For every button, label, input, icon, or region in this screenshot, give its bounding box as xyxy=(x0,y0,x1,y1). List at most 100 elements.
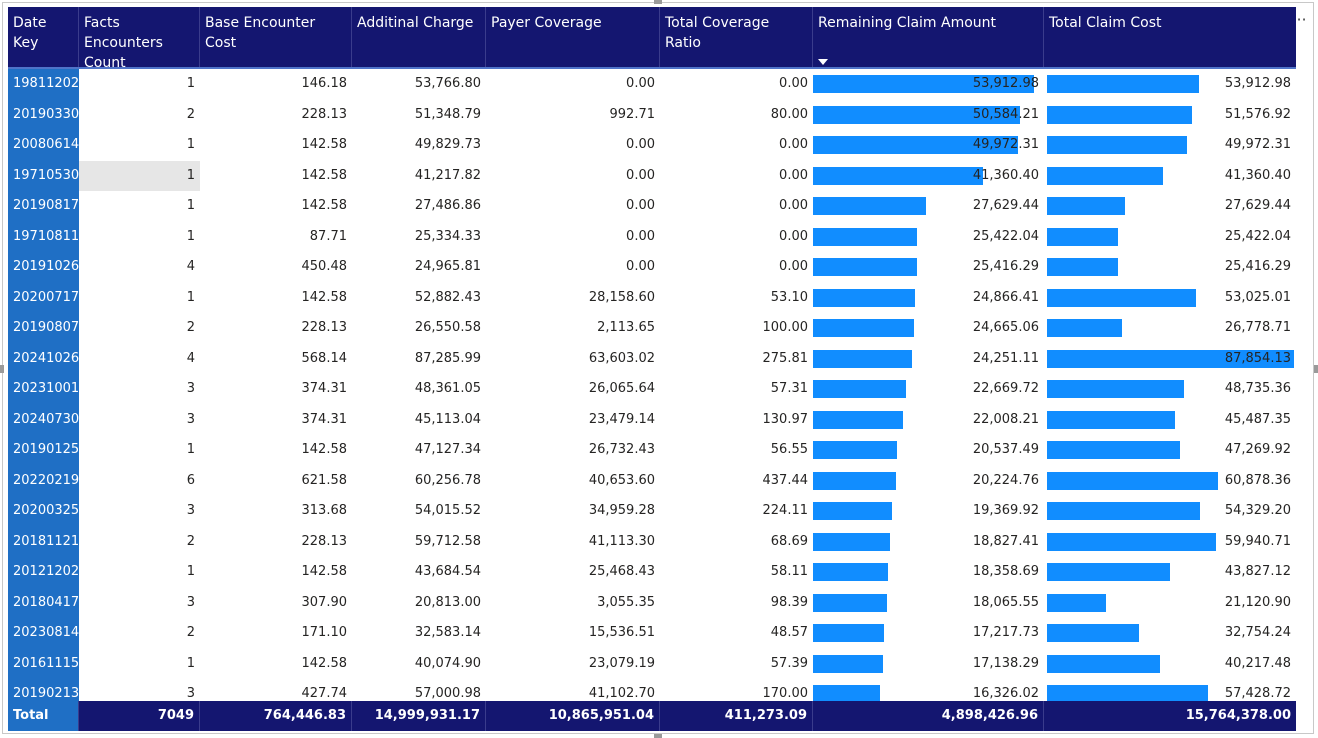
cell-total-coverage-ratio[interactable]: 437.44 xyxy=(660,466,813,497)
cell-base-encounter-cost[interactable]: 142.58 xyxy=(200,130,352,161)
column-header-total-coverage-ratio[interactable]: Total Coverage Ratio xyxy=(660,7,813,68)
cell-total-claim-cost[interactable]: 48,735.36 xyxy=(1044,374,1296,405)
cell-base-encounter-cost[interactable]: 313.68 xyxy=(200,496,352,527)
cell-total-claim-cost[interactable]: 25,422.04 xyxy=(1044,222,1296,253)
cell-total-coverage-ratio[interactable]: 57.31 xyxy=(660,374,813,405)
cell-date-key[interactable]: 20190213 xyxy=(8,679,79,701)
cell-additinal-charge[interactable]: 25,334.33 xyxy=(352,222,486,253)
cell-additinal-charge[interactable]: 45,113.04 xyxy=(352,405,486,436)
cell-encounters-count[interactable]: 1 xyxy=(79,222,200,253)
cell-encounters-count[interactable]: 1 xyxy=(79,649,200,680)
table-row[interactable]: 19710811 1 87.71 25,334.33 0.00 0.00 25,422.04… xyxy=(8,221,1296,253)
table-row[interactable]: 20231001 3 374.31 48,361.05 26,065.64 57.31 22… xyxy=(8,374,1296,405)
cell-total-claim-cost[interactable]: 21,120.90 xyxy=(1044,588,1296,619)
cell-remaining-claim-amount[interactable]: 27,629.44 xyxy=(813,191,1044,222)
cell-date-key[interactable]: 19710811 xyxy=(8,221,79,252)
cell-base-encounter-cost[interactable]: 228.13 xyxy=(200,313,352,344)
cell-total-claim-cost[interactable]: 47,269.92 xyxy=(1044,435,1296,466)
table-row[interactable]: 20240730 3 374.31 45,113.04 23,479.14 130.97 2… xyxy=(8,404,1296,436)
cell-total-claim-cost[interactable]: 43,827.12 xyxy=(1044,557,1296,588)
cell-payer-coverage[interactable]: 28,158.60 xyxy=(486,283,660,314)
cell-total-coverage-ratio[interactable]: 48.57 xyxy=(660,618,813,649)
cell-total-claim-cost[interactable]: 87,854.13 xyxy=(1044,344,1296,375)
cell-payer-coverage[interactable]: 23,079.19 xyxy=(486,649,660,680)
table-row[interactable]: 20190330 2 228.13 51,348.79 992.71 80.00 50,58… xyxy=(8,99,1296,131)
cell-encounters-count[interactable]: 4 xyxy=(79,252,200,283)
table-row[interactable]: 20161115 1 142.58 40,074.90 23,079.19 57.39 17… xyxy=(8,648,1296,680)
cell-date-key[interactable]: 20190817 xyxy=(8,191,79,222)
cell-payer-coverage[interactable]: 0.00 xyxy=(486,161,660,192)
cell-encounters-count[interactable]: 1 xyxy=(79,435,200,466)
cell-additinal-charge[interactable]: 26,550.58 xyxy=(352,313,486,344)
cell-total-claim-cost[interactable]: 51,576.92 xyxy=(1044,100,1296,131)
cell-additinal-charge[interactable]: 54,015.52 xyxy=(352,496,486,527)
cell-payer-coverage[interactable]: 26,065.64 xyxy=(486,374,660,405)
cell-total-claim-cost[interactable]: 26,778.71 xyxy=(1044,313,1296,344)
cell-total-claim-cost[interactable]: 41,360.40 xyxy=(1044,161,1296,192)
cell-encounters-count[interactable]: 3 xyxy=(79,496,200,527)
sort-descending-icon[interactable] xyxy=(818,59,828,65)
cell-additinal-charge[interactable]: 27,486.86 xyxy=(352,191,486,222)
cell-base-encounter-cost[interactable]: 171.10 xyxy=(200,618,352,649)
column-header-additinal-charge[interactable]: Additinal Charge xyxy=(352,7,486,68)
cell-total-claim-cost[interactable]: 32,754.24 xyxy=(1044,618,1296,649)
cell-encounters-count[interactable]: 3 xyxy=(79,405,200,436)
cell-date-key[interactable]: 20121202 xyxy=(8,557,79,588)
cell-total-coverage-ratio[interactable]: 130.97 xyxy=(660,405,813,436)
cell-base-encounter-cost[interactable]: 142.58 xyxy=(200,435,352,466)
cell-encounters-count[interactable]: 1 xyxy=(79,191,200,222)
cell-additinal-charge[interactable]: 48,361.05 xyxy=(352,374,486,405)
cell-additinal-charge[interactable]: 40,074.90 xyxy=(352,649,486,680)
cell-remaining-claim-amount[interactable]: 50,584.21 xyxy=(813,100,1044,131)
cell-payer-coverage[interactable]: 0.00 xyxy=(486,69,660,100)
table-row[interactable]: 20200325 3 313.68 54,015.52 34,959.28 224.11 1… xyxy=(8,496,1296,527)
cell-payer-coverage[interactable]: 25,468.43 xyxy=(486,557,660,588)
table-row[interactable]: 20190213 3 427.74 57,000.98 41,102.70 170.00 1… xyxy=(8,679,1296,701)
cell-date-key[interactable]: 19710530 xyxy=(8,160,79,191)
cell-encounters-count[interactable]: 2 xyxy=(79,100,200,131)
cell-total-coverage-ratio[interactable]: 57.39 xyxy=(660,649,813,680)
cell-payer-coverage[interactable]: 40,653.60 xyxy=(486,466,660,497)
cell-additinal-charge[interactable]: 51,348.79 xyxy=(352,100,486,131)
cell-additinal-charge[interactable]: 87,285.99 xyxy=(352,344,486,375)
cell-total-coverage-ratio[interactable]: 275.81 xyxy=(660,344,813,375)
column-header-date-key[interactable]: Date Key xyxy=(8,7,79,68)
cell-date-key[interactable]: 20231001 xyxy=(8,374,79,405)
resize-handle-top[interactable] xyxy=(654,0,662,4)
cell-payer-coverage[interactable]: 41,113.30 xyxy=(486,527,660,558)
cell-base-encounter-cost[interactable]: 87.71 xyxy=(200,222,352,253)
cell-base-encounter-cost[interactable]: 228.13 xyxy=(200,100,352,131)
table-row[interactable]: 20121202 1 142.58 43,684.54 25,468.43 58.11 18… xyxy=(8,557,1296,588)
cell-total-claim-cost[interactable]: 27,629.44 xyxy=(1044,191,1296,222)
cell-additinal-charge[interactable]: 52,882.43 xyxy=(352,283,486,314)
cell-encounters-count[interactable]: 4 xyxy=(79,344,200,375)
table-row[interactable]: 20220219 6 621.58 60,256.78 40,653.60 437.44 2… xyxy=(8,465,1296,497)
table-row[interactable]: 20190817 1 142.58 27,486.86 0.00 0.00 27,629.4… xyxy=(8,191,1296,222)
cell-date-key[interactable]: 19811202 xyxy=(8,69,79,100)
column-header-facts-encounters-count[interactable]: Facts Encounters Count xyxy=(79,7,200,71)
cell-encounters-count[interactable]: 2 xyxy=(79,527,200,558)
cell-date-key[interactable]: 20191026 xyxy=(8,252,79,283)
cell-payer-coverage[interactable]: 992.71 xyxy=(486,100,660,131)
cell-total-claim-cost[interactable]: 57,428.72 xyxy=(1044,679,1296,701)
cell-remaining-claim-amount[interactable]: 17,138.29 xyxy=(813,649,1044,680)
cell-encounters-count[interactable]: 1 xyxy=(79,160,200,191)
cell-remaining-claim-amount[interactable]: 18,358.69 xyxy=(813,557,1044,588)
cell-additinal-charge[interactable]: 24,965.81 xyxy=(352,252,486,283)
cell-additinal-charge[interactable]: 53,766.80 xyxy=(352,69,486,100)
cell-base-encounter-cost[interactable]: 374.31 xyxy=(200,374,352,405)
cell-base-encounter-cost[interactable]: 142.58 xyxy=(200,283,352,314)
cell-additinal-charge[interactable]: 60,256.78 xyxy=(352,466,486,497)
cell-date-key[interactable]: 20241026 xyxy=(8,343,79,374)
cell-additinal-charge[interactable]: 20,813.00 xyxy=(352,588,486,619)
cell-date-key[interactable]: 20190330 xyxy=(8,99,79,130)
cell-remaining-claim-amount[interactable]: 16,326.02 xyxy=(813,679,1044,701)
cell-total-coverage-ratio[interactable]: 170.00 xyxy=(660,679,813,701)
table-row[interactable]: 20230814 2 171.10 32,583.14 15,536.51 48.57 17… xyxy=(8,618,1296,649)
cell-encounters-count[interactable]: 1 xyxy=(79,130,200,161)
cell-encounters-count[interactable]: 2 xyxy=(79,313,200,344)
cell-total-claim-cost[interactable]: 40,217.48 xyxy=(1044,649,1296,680)
cell-remaining-claim-amount[interactable]: 22,008.21 xyxy=(813,405,1044,436)
cell-payer-coverage[interactable]: 3,055.35 xyxy=(486,588,660,619)
cell-additinal-charge[interactable]: 41,217.82 xyxy=(352,161,486,192)
